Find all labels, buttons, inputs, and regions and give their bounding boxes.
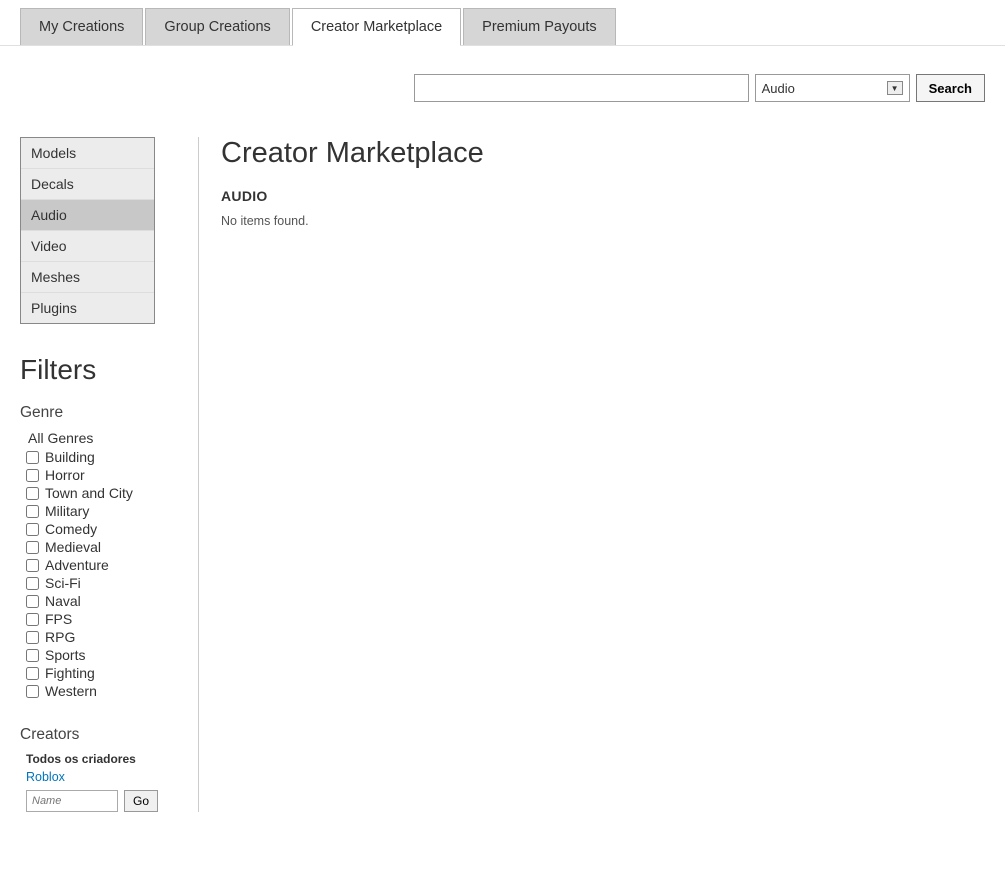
genre-item-fps[interactable]: FPS <box>26 610 180 628</box>
top-tabs: My Creations Group Creations Creator Mar… <box>0 0 1005 46</box>
category-selected-label: Audio <box>762 81 887 96</box>
genre-checkbox[interactable] <box>26 505 39 518</box>
genre-item-horror[interactable]: Horror <box>26 466 180 484</box>
creators-filter-section: Creators Todos os criadores Roblox Go <box>20 726 180 812</box>
search-bar: Audio ▼ Search <box>0 46 1005 112</box>
sidenav-audio[interactable]: Audio <box>21 200 154 231</box>
sidenav-models[interactable]: Models <box>21 138 154 169</box>
sidenav-meshes[interactable]: Meshes <box>21 262 154 293</box>
genre-checkbox[interactable] <box>26 469 39 482</box>
genre-checkbox[interactable] <box>26 523 39 536</box>
search-input[interactable] <box>414 74 749 102</box>
sidenav-decals[interactable]: Decals <box>21 169 154 200</box>
content-area: Models Decals Audio Video Meshes Plugins… <box>0 112 1005 837</box>
genre-item-sports[interactable]: Sports <box>26 646 180 664</box>
genre-all-label[interactable]: All Genres <box>26 430 180 446</box>
tab-premium-payouts[interactable]: Premium Payouts <box>463 8 615 45</box>
genre-item-naval[interactable]: Naval <box>26 592 180 610</box>
genre-checkbox[interactable] <box>26 613 39 626</box>
creators-title: Creators <box>20 726 180 744</box>
genre-checkbox[interactable] <box>26 631 39 644</box>
filters-heading: Filters <box>20 354 180 386</box>
genre-checkbox[interactable] <box>26 451 39 464</box>
page-title: Creator Marketplace <box>221 137 985 170</box>
genre-checkbox[interactable] <box>26 541 39 554</box>
tab-group-creations[interactable]: Group Creations <box>145 8 289 45</box>
genre-checkbox[interactable] <box>26 649 39 662</box>
genre-item-rpg[interactable]: RPG <box>26 628 180 646</box>
genre-checkbox[interactable] <box>26 595 39 608</box>
genre-item-building[interactable]: Building <box>26 448 180 466</box>
empty-state-message: No items found. <box>221 214 985 228</box>
section-label: AUDIO <box>221 188 985 204</box>
genre-checkbox[interactable] <box>26 487 39 500</box>
genre-checkbox[interactable] <box>26 577 39 590</box>
genre-item-adventure[interactable]: Adventure <box>26 556 180 574</box>
sidebar: Models Decals Audio Video Meshes Plugins… <box>20 137 180 812</box>
tab-creator-marketplace[interactable]: Creator Marketplace <box>292 8 461 46</box>
creators-roblox-link[interactable]: Roblox <box>20 770 180 784</box>
genre-title: Genre <box>20 404 180 422</box>
sidenav-plugins[interactable]: Plugins <box>21 293 154 323</box>
creators-subtitle: Todos os criadores <box>20 752 180 766</box>
side-nav: Models Decals Audio Video Meshes Plugins <box>20 137 155 324</box>
genre-item-comedy[interactable]: Comedy <box>26 520 180 538</box>
genre-filter-section: Genre All Genres Building Horror Town an… <box>20 404 180 700</box>
vertical-divider <box>198 137 199 812</box>
genre-item-sci-fi[interactable]: Sci-Fi <box>26 574 180 592</box>
genre-checkbox[interactable] <box>26 685 39 698</box>
genre-checkbox[interactable] <box>26 667 39 680</box>
go-button[interactable]: Go <box>124 790 158 812</box>
genre-list: All Genres Building Horror Town and City… <box>20 430 180 700</box>
genre-checkbox[interactable] <box>26 559 39 572</box>
search-button[interactable]: Search <box>916 74 985 102</box>
chevron-down-icon: ▼ <box>887 81 903 95</box>
creator-name-input[interactable] <box>26 790 118 812</box>
tab-my-creations[interactable]: My Creations <box>20 8 143 45</box>
main-panel: Creator Marketplace AUDIO No items found… <box>217 137 985 812</box>
genre-item-military[interactable]: Military <box>26 502 180 520</box>
genre-item-fighting[interactable]: Fighting <box>26 664 180 682</box>
genre-item-town-and-city[interactable]: Town and City <box>26 484 180 502</box>
genre-item-western[interactable]: Western <box>26 682 180 700</box>
category-select[interactable]: Audio ▼ <box>755 74 910 102</box>
creators-search-row: Go <box>20 790 180 812</box>
genre-item-medieval[interactable]: Medieval <box>26 538 180 556</box>
sidenav-video[interactable]: Video <box>21 231 154 262</box>
